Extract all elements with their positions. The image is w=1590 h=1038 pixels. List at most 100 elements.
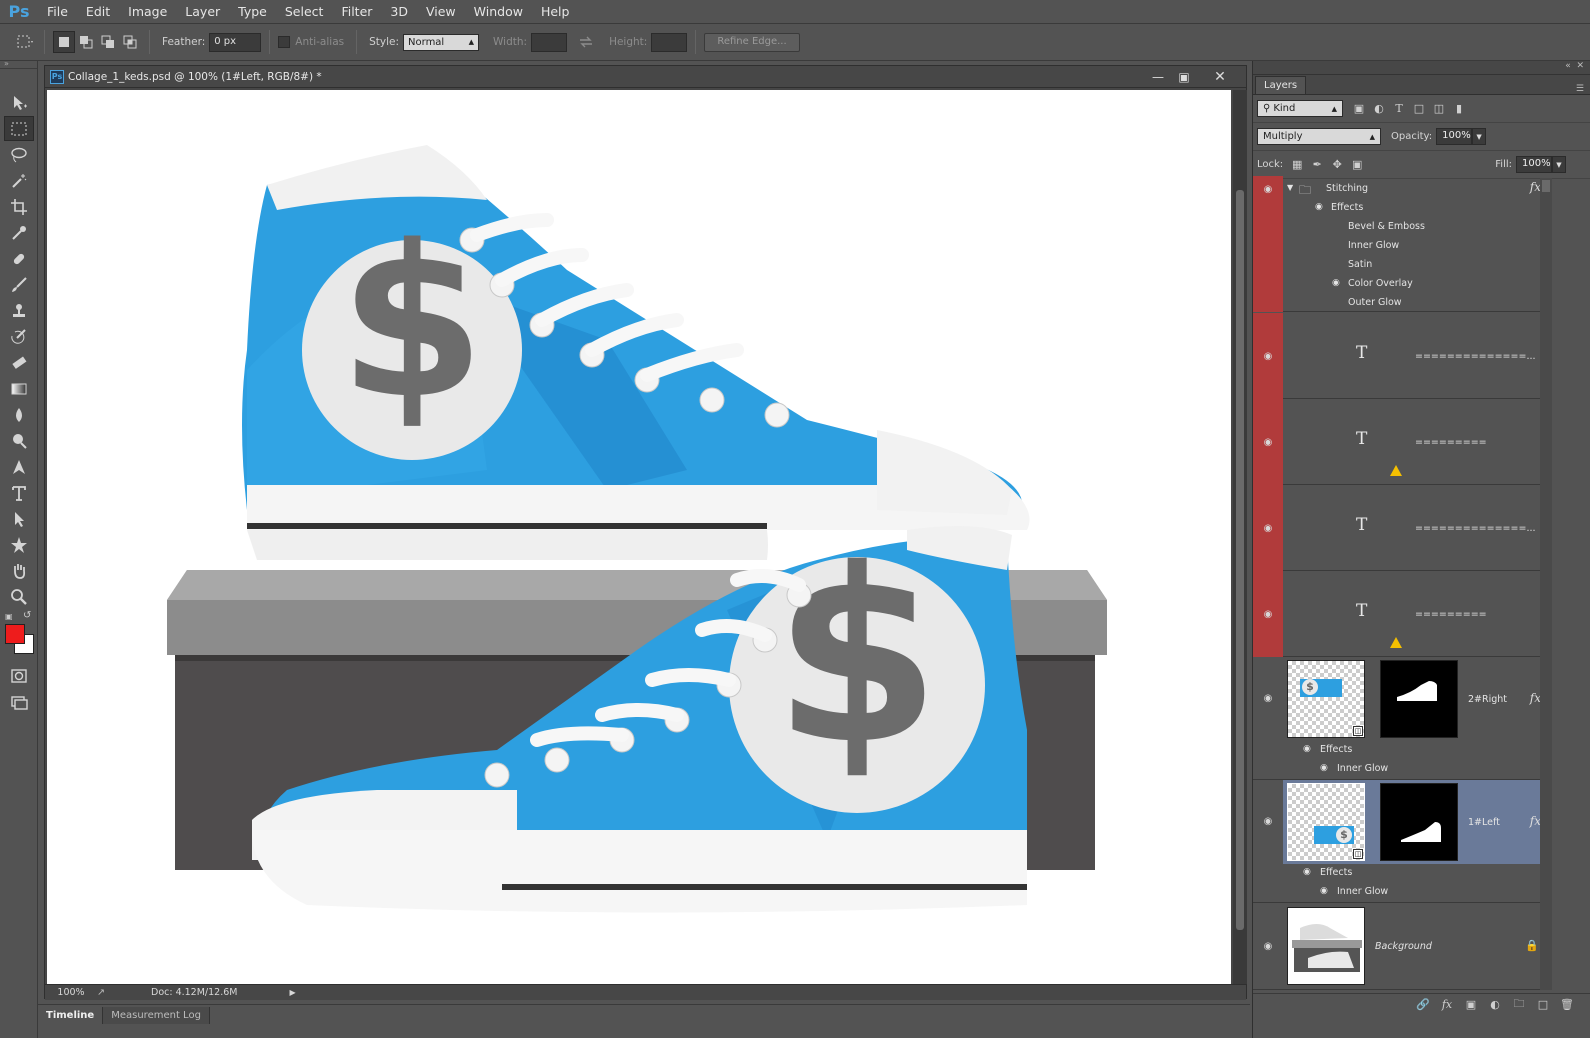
history-brush-icon[interactable] bbox=[4, 324, 34, 349]
delete-layer-icon[interactable]: 🗑 bbox=[1555, 998, 1579, 1011]
effects-eye-icon[interactable]: ◉ bbox=[1303, 867, 1311, 877]
eyedropper-icon[interactable] bbox=[4, 220, 34, 245]
effect-eye-icon[interactable]: ◉ bbox=[1332, 278, 1340, 288]
lock-position-icon[interactable]: ✥ bbox=[1327, 156, 1347, 174]
visibility-eye-icon[interactable]: ◉ bbox=[1259, 607, 1277, 621]
lock-paint-icon[interactable]: ✒ bbox=[1307, 156, 1327, 174]
filter-kind-select[interactable]: ⚲ Kind ▲ bbox=[1257, 100, 1343, 117]
warning-icon[interactable] bbox=[1390, 465, 1402, 476]
scroll-up-icon[interactable] bbox=[1542, 180, 1550, 192]
new-selection-icon[interactable] bbox=[53, 31, 75, 53]
panel-menu-icon[interactable]: ☰ bbox=[1576, 84, 1584, 94]
effects-eye-icon[interactable]: ◉ bbox=[1303, 744, 1311, 754]
visibility-eye-icon[interactable]: ◉ bbox=[1259, 691, 1277, 705]
quick-mask-icon[interactable] bbox=[4, 663, 34, 688]
screen-mode-icon[interactable] bbox=[4, 689, 34, 714]
brush-tool-icon[interactable] bbox=[4, 272, 34, 297]
zoom-level[interactable]: 100% bbox=[45, 987, 97, 998]
effects-eye-icon[interactable]: ◉ bbox=[1315, 202, 1323, 212]
filter-type-icon[interactable]: T bbox=[1389, 100, 1409, 118]
warning-icon[interactable] bbox=[1390, 637, 1402, 648]
menu-view[interactable]: View bbox=[417, 0, 465, 24]
path-selection-icon[interactable] bbox=[4, 506, 34, 531]
menu-layer[interactable]: Layer bbox=[176, 0, 229, 24]
scroll-thumb[interactable] bbox=[1236, 190, 1244, 930]
text-layer[interactable]: ◉ T ==============... bbox=[1253, 313, 1549, 399]
effect-eye-icon[interactable]: ◉ bbox=[1320, 886, 1328, 896]
visibility-eye-icon[interactable]: ◉ bbox=[1259, 814, 1277, 828]
layer-right-shoe[interactable]: ◉ $ ◫ 2#Right fx ◉ Effects ◉ Inner Glow bbox=[1253, 657, 1549, 780]
effect-item[interactable]: Inner Glow bbox=[1348, 240, 1399, 251]
menu-help[interactable]: Help bbox=[532, 0, 579, 24]
antialias-checkbox[interactable] bbox=[278, 36, 291, 48]
swap-colors-icon[interactable]: ↺ bbox=[23, 610, 31, 621]
height-input[interactable] bbox=[651, 32, 688, 52]
layer-mask-thumbnail[interactable] bbox=[1380, 660, 1458, 738]
filter-toggle-icon[interactable]: ▮ bbox=[1449, 100, 1469, 118]
add-selection-icon[interactable] bbox=[75, 31, 97, 53]
link-layers-icon[interactable]: 🔗 bbox=[1411, 998, 1435, 1011]
menu-edit[interactable]: Edit bbox=[77, 0, 119, 24]
fill-input[interactable]: 100% bbox=[1516, 156, 1552, 173]
new-layer-icon[interactable]: □ bbox=[1531, 998, 1555, 1011]
menu-select[interactable]: Select bbox=[276, 0, 333, 24]
collapse-arrow-icon[interactable]: ▼ bbox=[1287, 183, 1293, 192]
tools-grip[interactable]: » bbox=[0, 60, 37, 69]
dodge-tool-icon[interactable] bbox=[4, 428, 34, 453]
custom-shape-icon[interactable] bbox=[4, 532, 34, 557]
effect-item[interactable]: Satin bbox=[1348, 259, 1372, 270]
type-tool-icon[interactable] bbox=[4, 480, 34, 505]
close-icon[interactable]: ✕ bbox=[1203, 67, 1237, 86]
filter-shape-icon[interactable]: □ bbox=[1409, 100, 1429, 118]
effect-eye-icon[interactable]: ◉ bbox=[1320, 763, 1328, 773]
layer-group-stitching[interactable]: ◉ ▼ 🗀 Stitching fx ◉ Effects Bevel & Emb… bbox=[1253, 176, 1549, 312]
layer-mask-thumbnail[interactable] bbox=[1380, 783, 1458, 861]
new-adjustment-icon[interactable]: ◐ bbox=[1483, 998, 1507, 1011]
zoom-tool-icon[interactable] bbox=[4, 584, 34, 609]
magic-wand-icon[interactable] bbox=[4, 168, 34, 193]
visibility-eye-icon[interactable]: ◉ bbox=[1259, 939, 1277, 953]
opacity-dropdown-icon[interactable]: ▼ bbox=[1472, 128, 1487, 145]
menu-window[interactable]: Window bbox=[465, 0, 532, 24]
menu-3d[interactable]: 3D bbox=[381, 0, 417, 24]
marquee-preset-icon[interactable] bbox=[14, 31, 36, 53]
swap-dimensions-icon[interactable] bbox=[575, 31, 597, 53]
blur-tool-icon[interactable] bbox=[4, 402, 34, 427]
add-mask-icon[interactable]: ▣ bbox=[1459, 998, 1483, 1011]
effect-item[interactable]: Outer Glow bbox=[1348, 297, 1402, 308]
crop-tool-icon[interactable] bbox=[4, 194, 34, 219]
fill-dropdown-icon[interactable]: ▼ bbox=[1552, 156, 1566, 173]
marquee-tool-icon[interactable] bbox=[4, 116, 34, 141]
add-style-icon[interactable]: fx bbox=[1435, 998, 1459, 1011]
lock-all-icon[interactable]: ▣ bbox=[1347, 156, 1367, 174]
layer-thumbnail[interactable]: $ ◫ bbox=[1287, 660, 1365, 738]
visibility-eye-icon[interactable]: ◉ bbox=[1259, 182, 1277, 196]
layer-background[interactable]: ◉ Background 🔒 bbox=[1253, 903, 1549, 990]
panel-collapse-icon[interactable]: « ✕ bbox=[1253, 61, 1590, 75]
status-menu-arrow-icon[interactable]: ▶ bbox=[289, 988, 295, 997]
vertical-scrollbar[interactable] bbox=[1233, 90, 1247, 984]
visibility-eye-icon[interactable]: ◉ bbox=[1259, 435, 1277, 449]
filter-smart-object-icon[interactable]: ◫ bbox=[1429, 100, 1449, 118]
hand-tool-icon[interactable] bbox=[4, 558, 34, 583]
filter-adjustment-icon[interactable]: ◐ bbox=[1369, 100, 1389, 118]
layer-left-shoe[interactable]: ◉ $ ◫ 1#Left fx ◉ Effects ◉ Inner Glow bbox=[1253, 780, 1549, 903]
visibility-eye-icon[interactable]: ◉ bbox=[1259, 521, 1277, 535]
foreground-color-swatch[interactable] bbox=[5, 624, 25, 644]
export-icon[interactable]: ↗ bbox=[97, 987, 111, 998]
tab-timeline[interactable]: Timeline bbox=[38, 1007, 104, 1024]
menu-image[interactable]: Image bbox=[119, 0, 176, 24]
refine-edge-button[interactable]: Refine Edge... bbox=[704, 32, 800, 52]
blend-mode-select[interactable]: Multiply ▲ bbox=[1257, 128, 1381, 145]
new-group-icon[interactable]: 🗀 bbox=[1507, 995, 1531, 1014]
opacity-input[interactable]: 100% bbox=[1436, 128, 1473, 145]
tab-measurement-log[interactable]: Measurement Log bbox=[103, 1007, 210, 1024]
document-tab[interactable]: Ps Collage_1_keds.psd @ 100% (1#Left, RG… bbox=[45, 66, 1246, 88]
effect-item[interactable]: Inner Glow bbox=[1337, 886, 1388, 897]
layer-thumbnail[interactable] bbox=[1287, 907, 1365, 985]
lasso-tool-icon[interactable] bbox=[4, 142, 34, 167]
tab-layers[interactable]: Layers bbox=[1255, 76, 1307, 94]
menu-type[interactable]: Type bbox=[229, 0, 276, 24]
maximize-icon[interactable]: ▣ bbox=[1167, 67, 1201, 86]
default-colors-icon[interactable]: ▣ bbox=[5, 612, 13, 621]
